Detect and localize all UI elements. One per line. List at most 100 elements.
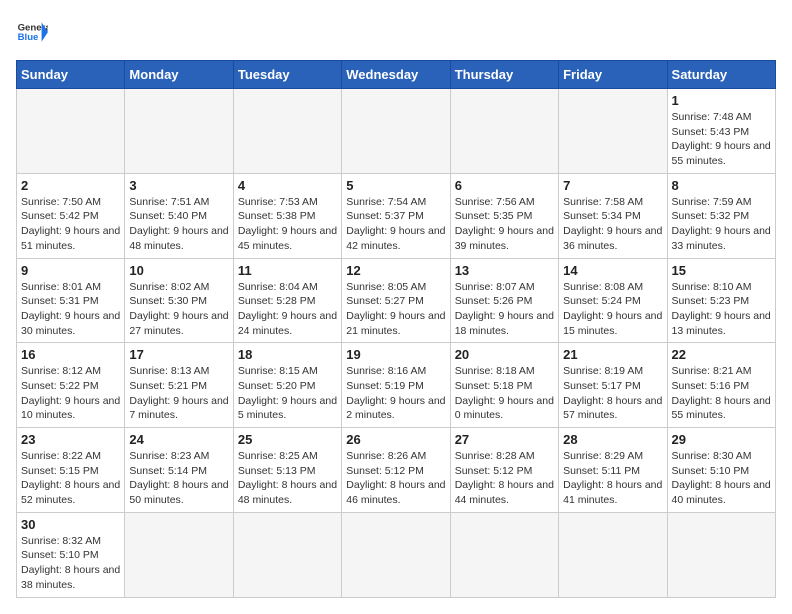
- day-number: 1: [672, 93, 771, 108]
- calendar-week-5: 30Sunrise: 8:32 AM Sunset: 5:10 PM Dayli…: [17, 512, 776, 597]
- logo-icon: General Blue: [16, 16, 48, 48]
- day-number: 9: [21, 263, 120, 278]
- calendar-cell: 17 Sunrise: 8:13 AM Sunset: 5:21 PM Dayli…: [125, 343, 233, 428]
- day-info: Sunrise: 8:01 AM Sunset: 5:31 PM Dayligh…: [21, 280, 120, 339]
- day-info: Sunrise: 8:16 AM Sunset: 5:19 PM Dayligh…: [346, 364, 445, 423]
- calendar-cell: 11Sunrise: 8:04 AM Sunset: 5:28 PM Dayli…: [233, 258, 341, 343]
- calendar-cell: [450, 512, 558, 597]
- calendar-cell: 25 Sunrise: 8:25 AM Sunset: 5:13 PM Dayli…: [233, 428, 341, 513]
- calendar-cell: 12 Sunrise: 8:05 AM Sunset: 5:27 PM Dayli…: [342, 258, 450, 343]
- calendar-cell: [17, 89, 125, 174]
- calendar: SundayMondayTuesdayWednesdayThursdayFrid…: [16, 60, 776, 598]
- day-number: 14: [563, 263, 662, 278]
- day-info: Sunrise: 8:02 AM Sunset: 5:30 PM Dayligh…: [129, 280, 228, 339]
- day-number: 10: [129, 263, 228, 278]
- day-info: Sunrise: 8:29 AM Sunset: 5:11 PM Dayligh…: [563, 449, 662, 508]
- calendar-cell: 22Sunrise: 8:21 AM Sunset: 5:16 PM Dayli…: [667, 343, 775, 428]
- day-number: 6: [455, 178, 554, 193]
- day-info: Sunrise: 8:13 AM Sunset: 5:21 PM Dayligh…: [129, 364, 228, 423]
- calendar-cell: 28 Sunrise: 8:29 AM Sunset: 5:11 PM Dayli…: [559, 428, 667, 513]
- day-info: Sunrise: 8:25 AM Sunset: 5:13 PM Dayligh…: [238, 449, 337, 508]
- calendar-cell: 3Sunrise: 7:51 AM Sunset: 5:40 PM Daylig…: [125, 173, 233, 258]
- day-number: 26: [346, 432, 445, 447]
- day-info: Sunrise: 8:22 AM Sunset: 5:15 PM Dayligh…: [21, 449, 120, 508]
- day-info: Sunrise: 7:48 AM Sunset: 5:43 PM Dayligh…: [672, 110, 771, 169]
- day-info: Sunrise: 8:26 AM Sunset: 5:12 PM Dayligh…: [346, 449, 445, 508]
- calendar-cell: 14 Sunrise: 8:08 AM Sunset: 5:24 PM Dayli…: [559, 258, 667, 343]
- day-info: Sunrise: 8:23 AM Sunset: 5:14 PM Dayligh…: [129, 449, 228, 508]
- calendar-cell: 6 Sunrise: 7:56 AM Sunset: 5:35 PM Daylig…: [450, 173, 558, 258]
- calendar-cell: [450, 89, 558, 174]
- day-info: Sunrise: 7:56 AM Sunset: 5:35 PM Dayligh…: [455, 195, 554, 254]
- day-number: 29: [672, 432, 771, 447]
- calendar-cell: [559, 512, 667, 597]
- day-info: Sunrise: 8:28 AM Sunset: 5:12 PM Dayligh…: [455, 449, 554, 508]
- day-info: Sunrise: 7:50 AM Sunset: 5:42 PM Dayligh…: [21, 195, 120, 254]
- day-number: 7: [563, 178, 662, 193]
- day-number: 12: [346, 263, 445, 278]
- calendar-cell: 8 Sunrise: 7:59 AM Sunset: 5:32 PM Daylig…: [667, 173, 775, 258]
- calendar-cell: 26 Sunrise: 8:26 AM Sunset: 5:12 PM Dayli…: [342, 428, 450, 513]
- calendar-cell: 7 Sunrise: 7:58 AM Sunset: 5:34 PM Daylig…: [559, 173, 667, 258]
- calendar-cell: [125, 89, 233, 174]
- day-info: Sunrise: 8:08 AM Sunset: 5:24 PM Dayligh…: [563, 280, 662, 339]
- day-info: Sunrise: 7:58 AM Sunset: 5:34 PM Dayligh…: [563, 195, 662, 254]
- day-number: 13: [455, 263, 554, 278]
- day-number: 25: [238, 432, 337, 447]
- calendar-cell: 27Sunrise: 8:28 AM Sunset: 5:12 PM Dayli…: [450, 428, 558, 513]
- day-number: 11: [238, 263, 337, 278]
- day-number: 8: [672, 178, 771, 193]
- day-number: 23: [21, 432, 120, 447]
- calendar-cell: 24 Sunrise: 8:23 AM Sunset: 5:14 PM Dayli…: [125, 428, 233, 513]
- day-number: 21: [563, 347, 662, 362]
- calendar-week-2: 9 Sunrise: 8:01 AM Sunset: 5:31 PM Daylig…: [17, 258, 776, 343]
- day-info: Sunrise: 8:21 AM Sunset: 5:16 PM Dayligh…: [672, 364, 771, 423]
- header-wednesday: Wednesday: [342, 61, 450, 89]
- day-info: Sunrise: 7:59 AM Sunset: 5:32 PM Dayligh…: [672, 195, 771, 254]
- calendar-cell: 19 Sunrise: 8:16 AM Sunset: 5:19 PM Dayli…: [342, 343, 450, 428]
- day-number: 3: [129, 178, 228, 193]
- logo: General Blue: [16, 16, 48, 48]
- svg-text:Blue: Blue: [18, 32, 39, 43]
- calendar-cell: 20 Sunrise: 8:18 AM Sunset: 5:18 PM Dayli…: [450, 343, 558, 428]
- header-thursday: Thursday: [450, 61, 558, 89]
- calendar-cell: 10 Sunrise: 8:02 AM Sunset: 5:30 PM Dayli…: [125, 258, 233, 343]
- calendar-cell: [342, 89, 450, 174]
- day-info: Sunrise: 8:15 AM Sunset: 5:20 PM Dayligh…: [238, 364, 337, 423]
- day-number: 19: [346, 347, 445, 362]
- calendar-week-3: 16Sunrise: 8:12 AM Sunset: 5:22 PM Dayli…: [17, 343, 776, 428]
- calendar-header-row: SundayMondayTuesdayWednesdayThursdayFrid…: [17, 61, 776, 89]
- calendar-cell: [667, 512, 775, 597]
- day-info: Sunrise: 8:07 AM Sunset: 5:26 PM Dayligh…: [455, 280, 554, 339]
- calendar-week-1: 2 Sunrise: 7:50 AM Sunset: 5:42 PM Daylig…: [17, 173, 776, 258]
- calendar-cell: 4 Sunrise: 7:53 AM Sunset: 5:38 PM Daylig…: [233, 173, 341, 258]
- day-number: 20: [455, 347, 554, 362]
- header-tuesday: Tuesday: [233, 61, 341, 89]
- day-info: Sunrise: 8:19 AM Sunset: 5:17 PM Dayligh…: [563, 364, 662, 423]
- day-info: Sunrise: 8:05 AM Sunset: 5:27 PM Dayligh…: [346, 280, 445, 339]
- calendar-cell: [233, 89, 341, 174]
- calendar-cell: [233, 512, 341, 597]
- day-number: 18: [238, 347, 337, 362]
- header-monday: Monday: [125, 61, 233, 89]
- day-info: Sunrise: 8:18 AM Sunset: 5:18 PM Dayligh…: [455, 364, 554, 423]
- calendar-cell: 9 Sunrise: 8:01 AM Sunset: 5:31 PM Daylig…: [17, 258, 125, 343]
- calendar-cell: 1 Sunrise: 7:48 AM Sunset: 5:43 PM Daylig…: [667, 89, 775, 174]
- day-number: 24: [129, 432, 228, 447]
- calendar-cell: 18 Sunrise: 8:15 AM Sunset: 5:20 PM Dayli…: [233, 343, 341, 428]
- calendar-cell: 2 Sunrise: 7:50 AM Sunset: 5:42 PM Daylig…: [17, 173, 125, 258]
- day-info: Sunrise: 7:53 AM Sunset: 5:38 PM Dayligh…: [238, 195, 337, 254]
- header-sunday: Sunday: [17, 61, 125, 89]
- day-info: Sunrise: 7:54 AM Sunset: 5:37 PM Dayligh…: [346, 195, 445, 254]
- day-number: 30: [21, 517, 120, 532]
- day-number: 2: [21, 178, 120, 193]
- calendar-cell: 13 Sunrise: 8:07 AM Sunset: 5:26 PM Dayli…: [450, 258, 558, 343]
- day-number: 4: [238, 178, 337, 193]
- calendar-cell: 30Sunrise: 8:32 AM Sunset: 5:10 PM Dayli…: [17, 512, 125, 597]
- day-number: 17: [129, 347, 228, 362]
- calendar-cell: [559, 89, 667, 174]
- calendar-cell: 23 Sunrise: 8:22 AM Sunset: 5:15 PM Dayli…: [17, 428, 125, 513]
- calendar-cell: 29Sunrise: 8:30 AM Sunset: 5:10 PM Dayli…: [667, 428, 775, 513]
- day-number: 28: [563, 432, 662, 447]
- calendar-cell: 16Sunrise: 8:12 AM Sunset: 5:22 PM Dayli…: [17, 343, 125, 428]
